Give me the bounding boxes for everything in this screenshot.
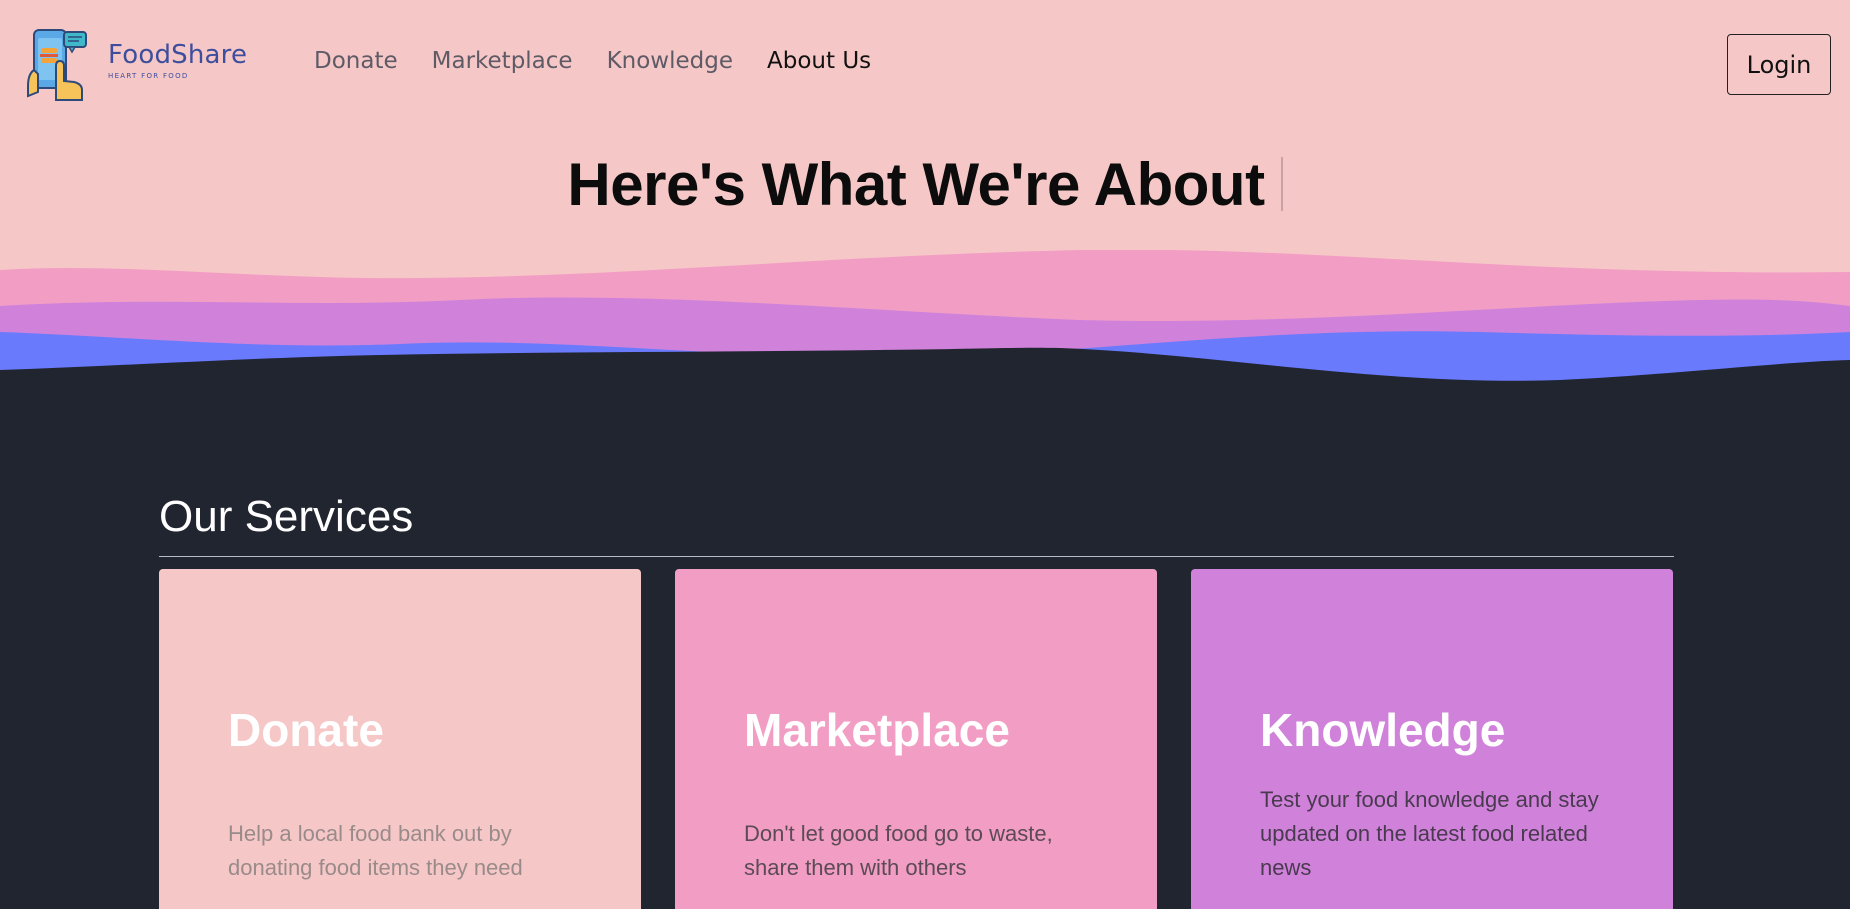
service-card-text: Don't let good food go to waste, share t…	[744, 821, 1053, 880]
nav-link-donate[interactable]: Donate	[314, 48, 398, 74]
main-nav: Donate Marketplace Knowledge About Us	[314, 48, 871, 74]
brand-logo[interactable]: FoodShare HEART FOR FOOD	[26, 26, 247, 102]
brand-tagline: HEART FOR FOOD	[108, 72, 189, 80]
service-card-knowledge[interactable]: Knowledge Test your food knowledge and s…	[1191, 569, 1673, 909]
service-card-donate[interactable]: Donate Help a local food bank out by don…	[159, 569, 641, 909]
login-button[interactable]: Login	[1727, 34, 1831, 95]
wave-decoration	[0, 250, 1850, 400]
services-cards: Donate Help a local food bank out by don…	[159, 569, 1674, 909]
service-card-title: Donate	[228, 704, 384, 756]
services-title: Our Services	[159, 492, 414, 541]
services-section: Our Services	[159, 490, 1674, 557]
nav-link-knowledge[interactable]: Knowledge	[607, 48, 733, 74]
nav-link-about-us[interactable]: About Us	[767, 48, 871, 74]
service-card-text: Help a local food bank out by donating f…	[228, 821, 523, 880]
phone-hand-chat-icon	[27, 29, 87, 101]
services-divider	[159, 556, 1674, 557]
hero-section: FoodShare HEART FOR FOOD Donate Marketpl…	[0, 0, 1850, 400]
nav-link-marketplace[interactable]: Marketplace	[432, 48, 573, 74]
service-card-text: Test your food knowledge and stay update…	[1260, 787, 1599, 880]
service-card-marketplace[interactable]: Marketplace Don't let good food go to wa…	[675, 569, 1157, 909]
service-card-title: Marketplace	[744, 704, 1010, 756]
navbar: FoodShare HEART FOR FOOD Donate Marketpl…	[0, 0, 1850, 130]
hero-heading-wrap: Here's What We're About	[0, 150, 1850, 220]
hero-title: Here's What We're About	[567, 151, 1265, 218]
brand-name: FoodShare	[108, 40, 248, 70]
typing-caret	[1280, 157, 1283, 211]
service-card-title: Knowledge	[1260, 704, 1506, 756]
